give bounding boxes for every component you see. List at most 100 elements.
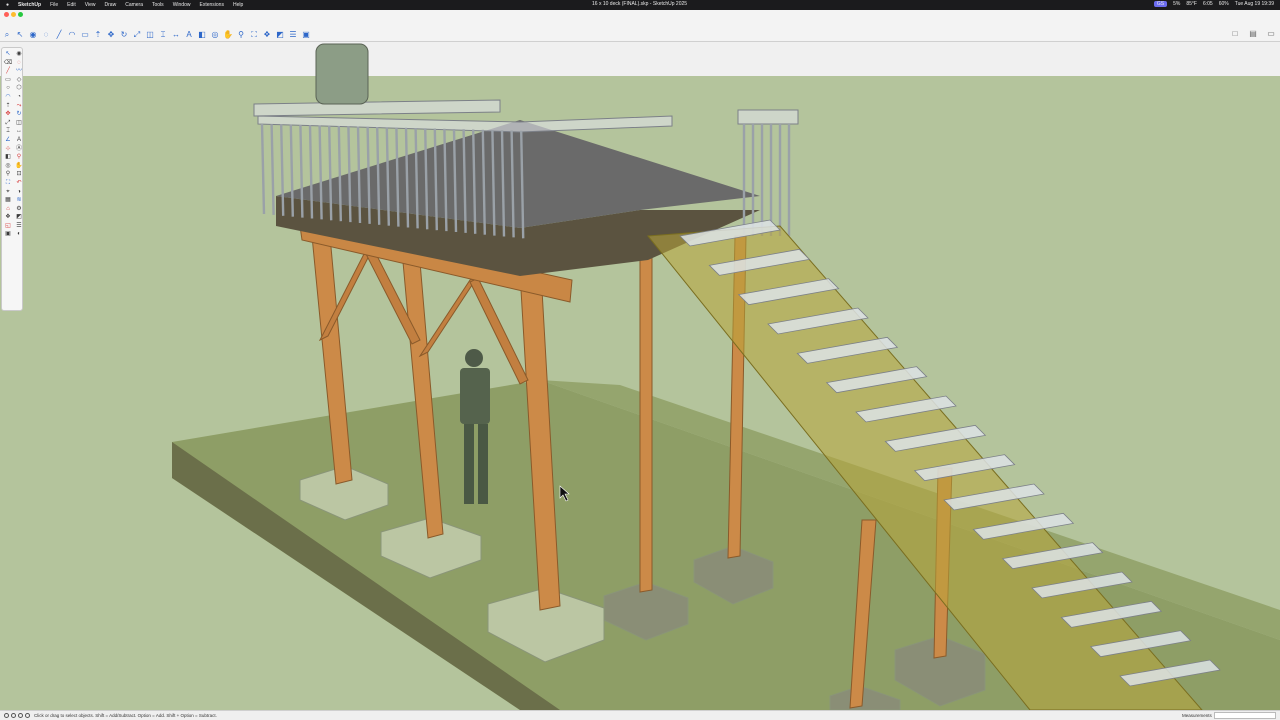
menu-window[interactable]: Window: [173, 2, 191, 8]
circle-icon[interactable]: ○: [3, 84, 13, 93]
extension-icon[interactable]: ⚙: [14, 205, 24, 214]
zoom-extents-icon[interactable]: ⛶: [249, 30, 259, 40]
credits-icon[interactable]: [18, 713, 23, 718]
freehand-icon[interactable]: 〰: [14, 67, 24, 76]
section-plane-icon[interactable]: ◧: [3, 153, 13, 162]
measurements-input[interactable]: [1214, 712, 1276, 719]
follow-me-icon[interactable]: ⤳: [14, 102, 24, 111]
lasso-icon[interactable]: ◌: [41, 30, 51, 40]
zoom-icon[interactable]: ⚲: [3, 170, 13, 179]
axes-icon[interactable]: ⊹: [3, 145, 13, 154]
dimension-icon[interactable]: ↔: [14, 127, 24, 136]
line-icon[interactable]: ╱: [3, 67, 13, 76]
menu-tools[interactable]: Tools: [152, 2, 164, 8]
horizon-band: [0, 42, 1280, 76]
scenes-icon[interactable]: ▣: [301, 30, 311, 40]
menu-extensions[interactable]: Extensions: [199, 2, 223, 8]
apple-menu-icon[interactable]: ●: [6, 2, 9, 8]
warehouse-icon[interactable]: ⌂: [3, 205, 13, 214]
clock-readout[interactable]: 6:05: [1203, 1, 1213, 7]
previous-view-icon[interactable]: ↶: [14, 179, 24, 188]
3d-text-icon[interactable]: Ⓐ: [14, 145, 24, 154]
zoom-window-icon[interactable]: ⊡: [14, 170, 24, 179]
default-tray-icon[interactable]: ▭: [1266, 29, 1276, 39]
search-icon[interactable]: ⌕: [2, 30, 12, 40]
lasso-icon[interactable]: ◌: [14, 59, 24, 68]
weather-readout[interactable]: 85°F: [1186, 1, 1197, 7]
rotate-icon[interactable]: ↻: [14, 110, 24, 119]
move-icon[interactable]: ✥: [106, 30, 116, 40]
user-icon[interactable]: [25, 713, 30, 718]
pie-icon[interactable]: ◔: [14, 93, 24, 102]
panel-toggle-icon[interactable]: □: [1230, 29, 1240, 39]
protractor-icon[interactable]: ∠: [3, 136, 13, 145]
menu-edit[interactable]: Edit: [67, 2, 76, 8]
app-menu[interactable]: SketchUp: [18, 2, 41, 8]
rectangle-icon[interactable]: ▭: [80, 30, 90, 40]
zoom-extents-icon[interactable]: ⛶: [3, 179, 13, 188]
tags-icon[interactable]: ☰: [14, 222, 24, 231]
info-icon[interactable]: [4, 713, 9, 718]
tape-measure-icon[interactable]: ⌶: [158, 30, 168, 40]
layers-icon[interactable]: ☰: [288, 30, 298, 40]
orbit-icon[interactable]: ◎: [210, 30, 220, 40]
window-titlebar: ⌕↖◉◌╱◠▭⇡✥↻⤢◫⌶↔A◧◎✋⚲⛶❖◩☰▣ □ ▤ ▭ 16 x 10 d…: [0, 10, 1280, 49]
line-icon[interactable]: ╱: [54, 30, 64, 40]
battery-readout[interactable]: 60%: [1219, 1, 1229, 7]
orbit-icon[interactable]: ◎: [3, 162, 13, 171]
smoove-icon[interactable]: ≋: [14, 196, 24, 205]
styles-icon[interactable]: ◩: [275, 30, 285, 40]
geo-icon[interactable]: [11, 713, 16, 718]
scenes-icon[interactable]: ▣: [3, 230, 13, 239]
close-window-icon[interactable]: [4, 12, 9, 17]
zoom-window-icon[interactable]: [18, 12, 23, 17]
menu-camera[interactable]: Camera: [125, 2, 143, 8]
position-camera-icon[interactable]: ⌖: [3, 188, 13, 197]
components-icon[interactable]: ❖: [262, 30, 272, 40]
scale-icon[interactable]: ⤢: [132, 30, 142, 40]
paint-bucket-icon[interactable]: ◉: [14, 50, 24, 59]
cpu-readout[interactable]: 5%: [1173, 1, 1180, 7]
rectangle-icon[interactable]: ▭: [3, 76, 13, 85]
components-icon[interactable]: ❖: [3, 213, 13, 222]
look-around-icon[interactable]: ◑: [14, 188, 24, 197]
text-icon[interactable]: A: [184, 30, 194, 40]
section-plane-icon[interactable]: ◧: [197, 30, 207, 40]
status-pill[interactable]: GS: [1153, 1, 1168, 7]
dimension-icon[interactable]: ↔: [171, 30, 181, 40]
minimize-window-icon[interactable]: [11, 12, 16, 17]
offset-icon[interactable]: ◫: [14, 119, 24, 128]
arc-icon[interactable]: ◠: [67, 30, 77, 40]
tape-measure-icon[interactable]: ⌶: [3, 127, 13, 136]
datetime-readout[interactable]: Tue Aug 19 19:39: [1235, 1, 1274, 7]
text-icon[interactable]: A: [14, 136, 24, 145]
select-icon[interactable]: ↖: [3, 50, 13, 59]
pan-icon[interactable]: ✋: [14, 162, 24, 171]
pan-icon[interactable]: ✋: [223, 30, 233, 40]
model-viewport[interactable]: [0, 42, 1280, 710]
polygon-icon[interactable]: ⬡: [14, 84, 24, 93]
materials-icon[interactable]: ◩: [14, 213, 24, 222]
menu-view[interactable]: View: [85, 2, 96, 8]
rotate-icon[interactable]: ↻: [119, 30, 129, 40]
tray-icon[interactable]: ▤: [1248, 29, 1258, 39]
push-pull-icon[interactable]: ⇡: [3, 102, 13, 111]
rotated-rectangle-icon[interactable]: ◇: [14, 76, 24, 85]
select-icon[interactable]: ↖: [15, 30, 25, 40]
menu-file[interactable]: File: [50, 2, 58, 8]
paint-bucket-icon[interactable]: ◉: [28, 30, 38, 40]
menu-help[interactable]: Help: [233, 2, 243, 8]
push-pull-icon[interactable]: ⇡: [93, 30, 103, 40]
eraser-icon[interactable]: ⌫: [3, 59, 13, 68]
arc-icon[interactable]: ◠: [3, 93, 13, 102]
walk-icon[interactable]: ⚲: [14, 153, 24, 162]
menu-draw[interactable]: Draw: [105, 2, 117, 8]
shadows-icon[interactable]: ◐: [14, 230, 24, 239]
move-icon[interactable]: ✥: [3, 110, 13, 119]
status-menu-area: GS 5% 85°F 6:05 60% Tue Aug 19 19:39: [1153, 1, 1274, 7]
zoom-icon[interactable]: ⚲: [236, 30, 246, 40]
offset-icon[interactable]: ◫: [145, 30, 155, 40]
scale-icon[interactable]: ⤢: [3, 119, 13, 128]
sandbox-icon[interactable]: ▦: [3, 196, 13, 205]
styles-icon[interactable]: ◱: [3, 222, 13, 231]
